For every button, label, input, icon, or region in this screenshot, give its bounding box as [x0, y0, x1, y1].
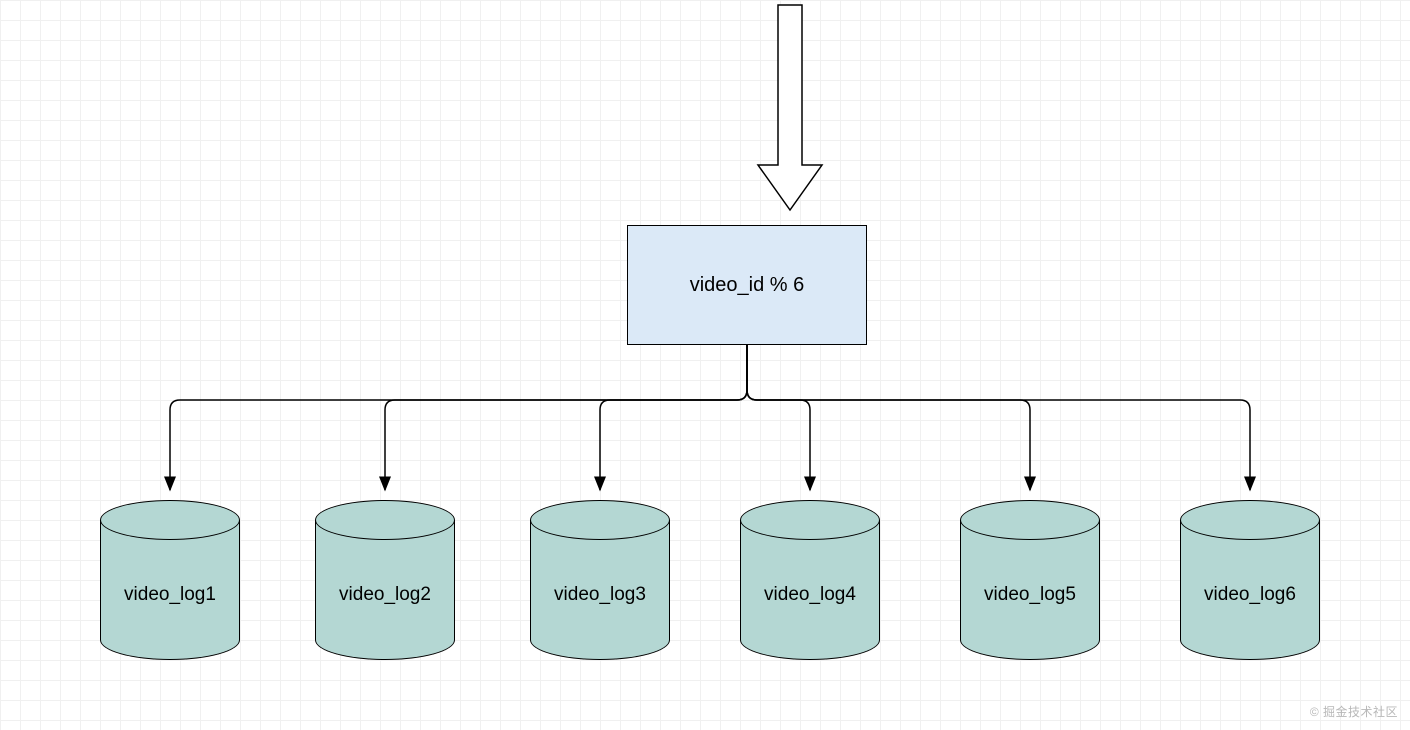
input-arrow: [758, 5, 822, 210]
cylinder-top: [315, 500, 455, 540]
cylinder-top: [1180, 500, 1320, 540]
cylinder-label: video_log2: [339, 584, 431, 606]
cylinder-body: video_log6: [1180, 520, 1320, 660]
cylinder-label: video_log3: [554, 584, 646, 606]
cylinder-label: video_log4: [764, 584, 856, 606]
cylinder-label: video_log5: [984, 584, 1076, 606]
connector-1: [170, 345, 747, 490]
cylinder-body: video_log3: [530, 520, 670, 660]
cylinder-body: video_log4: [740, 520, 880, 660]
diagram-canvas: video_id % 6 video_log1 video_log2 video_l…: [0, 0, 1410, 730]
cylinder-6: video_log6: [1180, 500, 1320, 660]
cylinder-2: video_log2: [315, 500, 455, 660]
cylinder-body: video_log2: [315, 520, 455, 660]
watermark: © 掘金技术社区: [1310, 703, 1398, 720]
cylinder-top: [530, 500, 670, 540]
cylinder-1: video_log1: [100, 500, 240, 660]
cylinder-label: video_log6: [1204, 584, 1296, 606]
connector-5: [747, 345, 1030, 490]
connector-2: [385, 345, 747, 490]
cylinder-top: [100, 500, 240, 540]
cylinder-body: video_log5: [960, 520, 1100, 660]
hash-box: video_id % 6: [627, 225, 867, 345]
cylinder-top: [740, 500, 880, 540]
connector-3: [600, 345, 747, 490]
cylinder-body: video_log1: [100, 520, 240, 660]
connector-6: [747, 345, 1250, 490]
hash-box-label: video_id % 6: [690, 274, 805, 297]
cylinder-top: [960, 500, 1100, 540]
cylinder-4: video_log4: [740, 500, 880, 660]
cylinder-3: video_log3: [530, 500, 670, 660]
cylinder-5: video_log5: [960, 500, 1100, 660]
cylinder-label: video_log1: [124, 584, 216, 606]
connector-4: [747, 345, 810, 490]
